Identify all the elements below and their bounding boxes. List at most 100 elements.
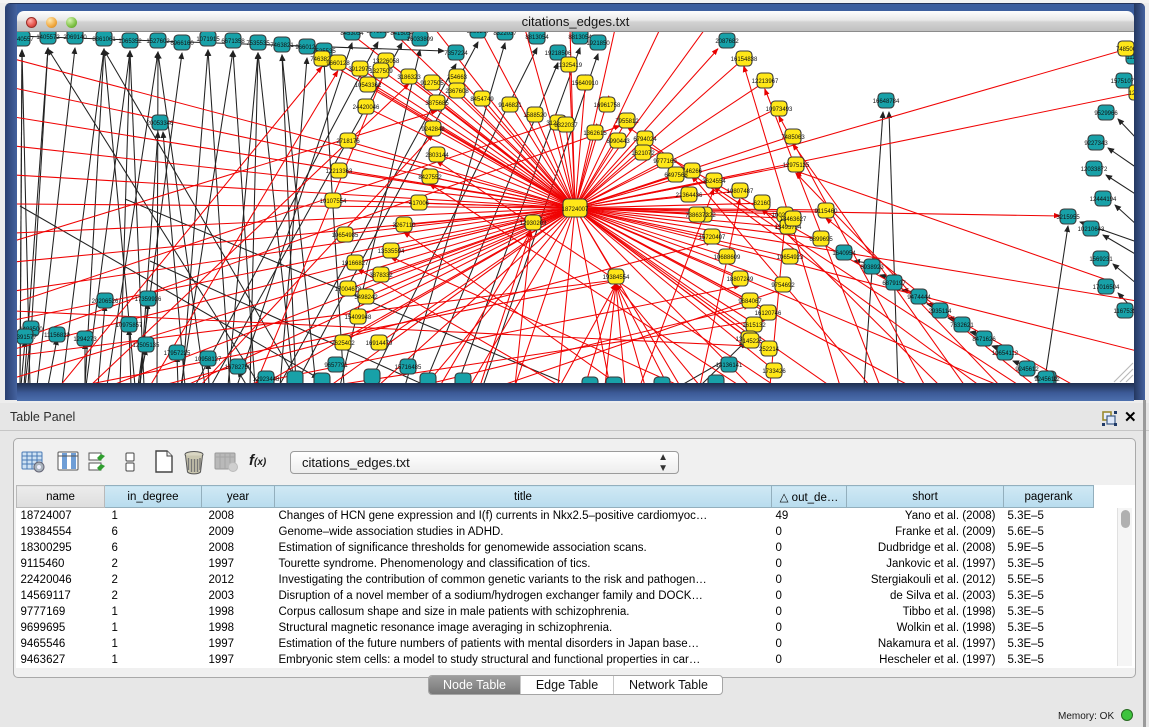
svg-text:7485063: 7485063: [781, 135, 805, 141]
svg-text:6635267: 6635267: [466, 32, 490, 35]
svg-text:15409948: 15409948: [345, 315, 372, 321]
svg-text:10107554: 10107554: [320, 199, 347, 205]
svg-text:13463627: 13463627: [780, 217, 807, 223]
svg-text:12444194: 12444194: [1090, 197, 1117, 203]
svg-text:2367608: 2367608: [445, 89, 469, 95]
svg-text:15640910: 15640910: [572, 81, 599, 87]
svg-text:15716485: 15716485: [395, 365, 422, 371]
svg-text:1527602: 1527602: [146, 39, 170, 45]
svg-text:12505135: 12505135: [133, 343, 160, 349]
svg-text:20206526: 20206526: [92, 299, 119, 305]
svg-text:8322037: 8322037: [554, 123, 578, 129]
svg-text:11325419: 11325419: [556, 63, 583, 69]
svg-text:12033872: 12033872: [1081, 167, 1108, 173]
svg-text:2803144: 2803144: [425, 153, 449, 159]
svg-text:19218506: 19218506: [545, 51, 572, 57]
svg-text:1588520: 1588520: [523, 113, 547, 119]
svg-text:252214: 252214: [759, 347, 780, 353]
svg-text:8938923: 8938923: [860, 265, 884, 271]
svg-text:6879197: 6879197: [882, 281, 906, 287]
svg-text:11156829: 11156829: [44, 333, 70, 339]
svg-text:5972355: 5972355: [366, 32, 390, 35]
svg-text:6794024: 6794024: [633, 137, 657, 143]
svg-text:9245612: 9245612: [1015, 367, 1039, 373]
svg-text:15720407: 15720407: [699, 235, 726, 241]
svg-text:3878332: 3878332: [369, 273, 393, 279]
svg-text:417006: 417006: [409, 201, 430, 207]
svg-text:21364436: 21364436: [676, 193, 703, 199]
svg-text:17359926: 17359926: [135, 297, 162, 303]
svg-text:2718176: 2718176: [336, 139, 360, 145]
svg-text:6899695: 6899695: [809, 237, 833, 243]
svg-text:16648784: 16648784: [873, 99, 900, 105]
svg-text:3624554: 3624554: [702, 179, 726, 185]
svg-text:8861061: 8861061: [92, 37, 116, 43]
svg-text:6990443: 6990443: [606, 139, 630, 145]
svg-text:12977: 12977: [1129, 91, 1134, 97]
svg-text:8471626: 8471626: [972, 337, 996, 343]
svg-text:9660128: 9660128: [326, 61, 350, 67]
svg-text:5498242: 5498242: [354, 295, 378, 301]
svg-text:1167533: 1167533: [1114, 309, 1134, 315]
svg-text:10975857: 10975857: [116, 323, 143, 329]
svg-text:15751074: 15751074: [1111, 79, 1134, 85]
svg-text:19166827: 19166827: [342, 261, 369, 267]
svg-text:10973493: 10973493: [766, 107, 793, 113]
svg-text:18807249: 18807249: [727, 277, 754, 283]
svg-text:9754692: 9754692: [771, 283, 795, 289]
svg-text:3875685: 3875685: [425, 101, 449, 107]
svg-text:1615132: 1615132: [742, 323, 766, 329]
svg-text:7535535: 7535535: [246, 41, 270, 47]
svg-text:16914479: 16914479: [366, 341, 393, 347]
svg-text:7357224: 7357224: [444, 51, 468, 57]
svg-text:7632621: 7632621: [950, 323, 974, 329]
svg-text:8454749: 8454749: [470, 97, 494, 103]
svg-text:2087682: 2087682: [715, 39, 739, 45]
svg-text:9529966: 9529966: [1094, 111, 1118, 117]
svg-text:9474444: 9474444: [907, 295, 931, 301]
svg-text:7463821: 7463821: [270, 43, 294, 49]
svg-text:1921850: 1921850: [586, 41, 610, 47]
svg-text:16961758: 16961758: [594, 103, 621, 109]
svg-text:9657791: 9657791: [324, 363, 348, 369]
svg-text:6671358: 6671358: [221, 39, 245, 45]
svg-text:10654112: 10654112: [992, 351, 1019, 357]
svg-text:10688609: 10688609: [714, 255, 741, 261]
svg-text:10958127: 10958127: [195, 357, 222, 363]
svg-text:3215955: 3215955: [1056, 215, 1080, 221]
svg-text:16782759: 16782759: [225, 365, 252, 371]
svg-text:9777169: 9777169: [653, 159, 677, 165]
svg-text:6497568: 6497568: [664, 173, 688, 179]
svg-text:1405572: 1405572: [36, 35, 60, 41]
svg-text:8322037: 8322037: [493, 32, 517, 37]
svg-text:7386372: 7386372: [685, 213, 709, 219]
svg-text:12975125: 12975125: [783, 163, 810, 169]
svg-text:1327509: 1327509: [369, 69, 393, 75]
svg-text:7625402: 7625402: [331, 341, 355, 347]
svg-text:62160: 62160: [754, 201, 771, 207]
svg-text:1733426: 1733426: [762, 369, 786, 375]
svg-text:12213967: 12213967: [752, 79, 779, 85]
svg-text:12213363: 12213363: [326, 169, 353, 175]
svg-text:1071915: 1071915: [196, 37, 220, 43]
svg-text:8427552: 8427552: [418, 175, 442, 181]
svg-text:16154838: 16154838: [731, 57, 758, 63]
svg-text:8453054: 8453054: [340, 32, 364, 37]
svg-text:10654985: 10654985: [332, 233, 359, 239]
svg-text:17957225: 17957225: [164, 351, 191, 357]
svg-text:9391577: 9391577: [17, 335, 37, 341]
svg-text:1569231: 1569231: [1089, 257, 1113, 263]
svg-text:19384554: 19384554: [603, 275, 630, 281]
svg-text:16033809: 16033809: [407, 37, 434, 43]
svg-text:9245612: 9245612: [1034, 377, 1058, 383]
svg-text:9940557: 9940557: [17, 37, 34, 43]
svg-text:1294273: 1294273: [73, 337, 97, 343]
svg-text:1640954: 1640954: [832, 251, 856, 257]
svg-text:12930203: 12930203: [520, 221, 547, 227]
svg-text:17016504: 17016504: [1093, 285, 1120, 291]
svg-text:20053346: 20053346: [147, 121, 174, 127]
svg-text:1362615: 1362615: [583, 131, 607, 137]
svg-text:1621072: 1621072: [631, 151, 655, 157]
svg-text:2935114: 2935114: [929, 309, 953, 315]
svg-text:10210643: 10210643: [1078, 227, 1105, 233]
